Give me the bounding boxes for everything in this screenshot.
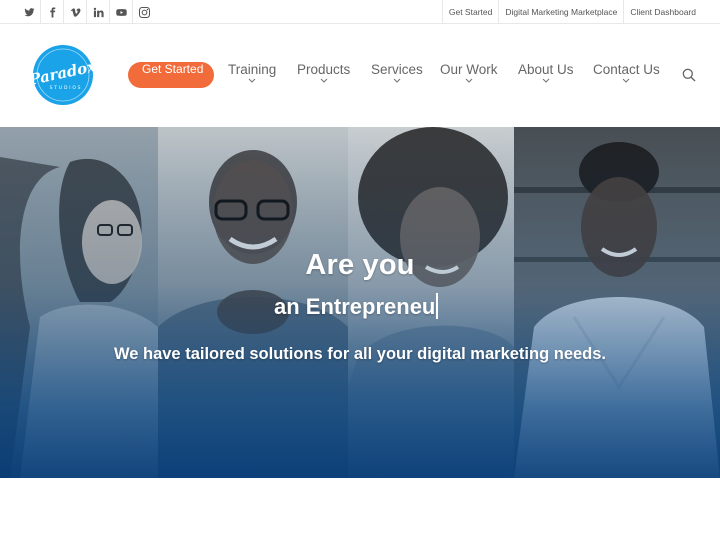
hero-typed-text: an Entrepreneu: [274, 294, 436, 319]
chevron-down-icon: [622, 78, 630, 84]
social-links: [18, 0, 156, 24]
hero-tagline: We have tailored solutions for all your …: [113, 345, 607, 363]
vimeo-icon[interactable]: [64, 0, 87, 24]
facebook-icon[interactable]: [41, 0, 64, 24]
instagram-icon[interactable]: [133, 0, 156, 24]
twitter-icon[interactable]: [18, 0, 41, 24]
svg-text:STUDIOS: STUDIOS: [50, 85, 83, 91]
nav-item-label: About Us: [518, 62, 574, 77]
hero-typed-line: an Entrepreneu: [274, 293, 439, 320]
nav-item-training[interactable]: Training: [228, 62, 276, 84]
nav-item-about-us[interactable]: About Us: [518, 62, 574, 84]
hero-headline: Are you: [305, 249, 415, 281]
nav-item-our-work[interactable]: Our Work: [440, 62, 498, 84]
typing-cursor: [436, 293, 439, 319]
toplink-client-dashboard[interactable]: Client Dashboard: [623, 0, 702, 24]
nav-item-label: Contact Us: [593, 62, 660, 77]
nav-item-services[interactable]: Services: [371, 62, 423, 84]
top-links: Get Started Digital Marketing Marketplac…: [441, 0, 702, 24]
hero-banner: Are you an Entrepreneu We have tailored …: [0, 127, 720, 478]
chevron-down-icon: [393, 78, 401, 84]
nav-item-label: Our Work: [440, 62, 498, 77]
nav-item-label: Products: [297, 62, 351, 77]
chevron-down-icon: [542, 78, 550, 84]
nav-item-contact-us[interactable]: Contact Us: [593, 62, 660, 84]
nav-item-label: Services: [371, 62, 423, 77]
get-started-button[interactable]: Get Started: [128, 62, 214, 88]
hero-text-block: Are you an Entrepreneu We have tailored …: [0, 127, 720, 478]
linkedin-icon[interactable]: [87, 0, 110, 24]
toplink-marketplace[interactable]: Digital Marketing Marketplace: [498, 0, 623, 24]
nav-item-label: Training: [228, 62, 277, 77]
paradox-studios-logo[interactable]: Paradox STUDIOS: [27, 44, 99, 106]
chevron-down-icon: [248, 78, 256, 84]
toplink-get-started[interactable]: Get Started: [441, 0, 498, 24]
youtube-icon[interactable]: [110, 0, 133, 24]
search-icon[interactable]: [682, 68, 696, 82]
nav-item-products[interactable]: Products: [297, 62, 350, 84]
chevron-down-icon: [465, 78, 473, 84]
site-header: Paradox STUDIOS Get Started Training Pro…: [0, 24, 720, 127]
chevron-down-icon: [320, 78, 328, 84]
top-utility-bar: Get Started Digital Marketing Marketplac…: [0, 0, 720, 24]
